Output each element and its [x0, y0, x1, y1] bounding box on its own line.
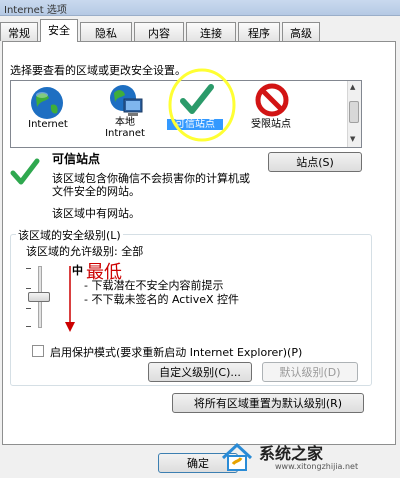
level-bullet-2: - 不下载未签名的 ActiveX 控件 [84, 293, 240, 306]
house-logo-icon [221, 442, 253, 471]
default-level-button[interactable]: 默认级别(D) [262, 362, 358, 382]
reset-all-zones-button[interactable]: 将所有区域重置为默认级别(R) [172, 393, 364, 413]
local-intranet-icon[interactable] [106, 83, 146, 119]
tab-general[interactable]: 常规 [0, 22, 38, 41]
tab-security[interactable]: 安全 [40, 19, 78, 42]
tab-connections[interactable]: 连接 [186, 22, 236, 41]
slider-tick [26, 308, 31, 309]
security-level-legend: 该区域的安全级别(L) [16, 227, 123, 243]
watermark-url: www.xitongzhijia.net [275, 462, 359, 471]
trusted-zone-check-icon [10, 158, 40, 185]
sites-button[interactable]: 站点(S) [268, 152, 362, 172]
highlight-circle-annotation [168, 68, 236, 142]
internet-globe-icon[interactable] [29, 85, 65, 121]
tab-content[interactable]: 内容 [134, 22, 184, 41]
tab-privacy[interactable]: 隐私 [80, 22, 132, 41]
zone-restricted-label[interactable]: 受限站点 [243, 119, 299, 130]
tab-strip: 常规 安全 隐私 内容 连接 程序 高级 [0, 19, 400, 42]
zone-intranet-label-line2[interactable]: Intranet [93, 128, 157, 139]
zone-title: 可信站点 [52, 152, 101, 166]
scroll-thumb[interactable] [349, 101, 359, 123]
annotation-text: 最低 [86, 262, 122, 283]
slider-tick [26, 326, 31, 327]
zone-status: 该区域中有网站。 [52, 207, 140, 220]
window-title: Internet 选项 [4, 5, 67, 16]
zone-intranet-label-line1[interactable]: 本地 [97, 117, 153, 128]
zone-list-scrollbar[interactable]: ▲ ▼ [347, 81, 361, 147]
restricted-sites-icon[interactable] [255, 83, 289, 117]
slider-tick [26, 268, 31, 269]
custom-level-button[interactable]: 自定义级别(C)... [148, 362, 252, 382]
tab-programs[interactable]: 程序 [238, 22, 280, 41]
window-titlebar: Internet 选项 [0, 0, 400, 16]
tab-advanced[interactable]: 高级 [282, 22, 320, 41]
protected-mode-checkbox[interactable] [32, 345, 44, 357]
scroll-down-arrow-icon[interactable]: ▼ [350, 135, 355, 143]
zone-instruction: 选择要查看的区域或更改安全设置。 [10, 64, 186, 77]
watermark-logo: 系统之家 www.xitongzhijia.net [219, 438, 394, 476]
red-arrow-annotation [65, 266, 75, 332]
zone-description-line2: 文件安全的网站。 [52, 185, 140, 198]
allowed-level-text: 该区域的允许级别: 全部 [26, 245, 144, 258]
scroll-up-arrow-icon[interactable]: ▲ [350, 83, 355, 91]
security-slider-thumb[interactable] [28, 292, 50, 302]
slider-tick [26, 288, 31, 289]
watermark-text: 系统之家 [259, 444, 324, 463]
zone-internet-label[interactable]: Internet [19, 119, 77, 130]
protected-mode-label[interactable]: 启用保护模式(要求重新启动 Internet Explorer)(P) [50, 344, 302, 360]
